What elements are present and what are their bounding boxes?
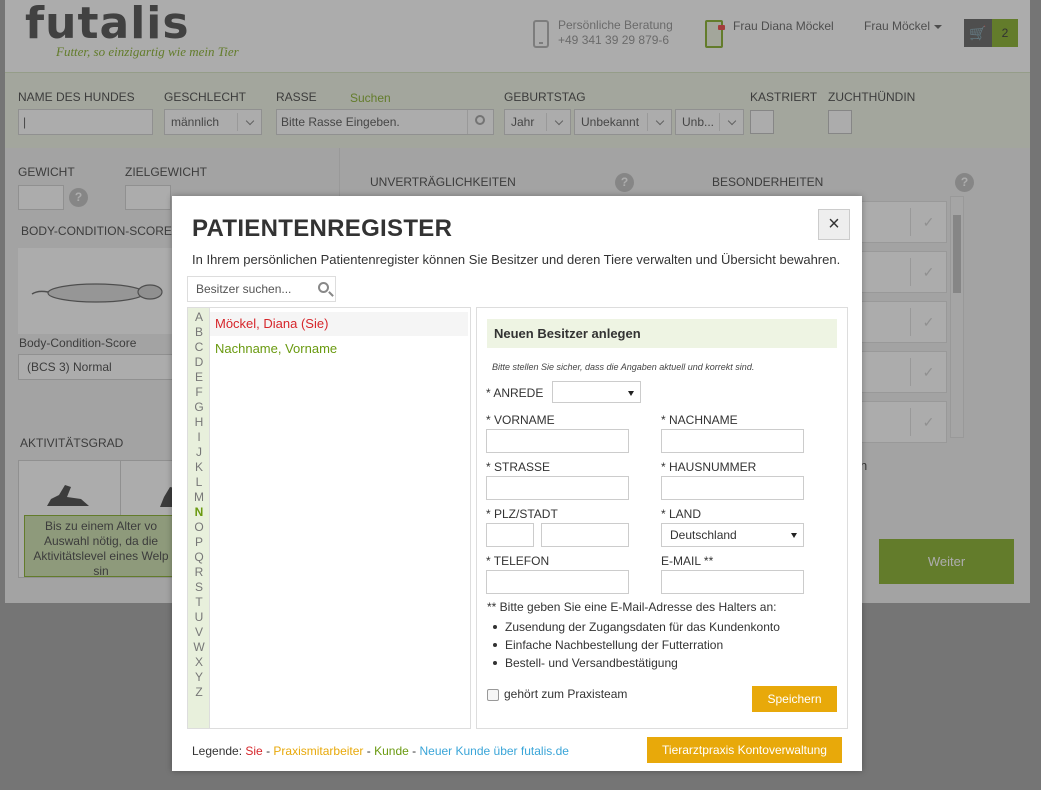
street-label: * STRASSE: [486, 460, 551, 474]
save-button[interactable]: Speichern: [752, 686, 837, 712]
alphabet-letter[interactable]: M: [188, 490, 210, 504]
legend-customer: Kunde: [374, 744, 409, 758]
country-label: * LAND: [661, 507, 702, 521]
dialog-title: PATIENTENREGISTER: [192, 215, 453, 242]
legend-staff: Praxismitarbeiter: [273, 744, 364, 758]
alphabet-letter[interactable]: J: [188, 445, 210, 459]
alphabet-letter[interactable]: A: [188, 310, 210, 324]
alphabet-letter[interactable]: B: [188, 325, 210, 339]
alphabet-letter[interactable]: R: [188, 565, 210, 579]
alphabet-letter[interactable]: X: [188, 655, 210, 669]
alphabet-letter[interactable]: N: [188, 505, 210, 519]
alphabet-letter[interactable]: D: [188, 355, 210, 369]
housenumber-input[interactable]: [661, 476, 804, 500]
alphabet-letter[interactable]: Y: [188, 670, 210, 684]
account-management-button[interactable]: Tierarztpraxis Kontoverwaltung: [647, 737, 842, 763]
housenumber-label: * HAUSNUMMER: [661, 460, 757, 474]
dialog-intro: In Ihrem persönlichen Patientenregister …: [192, 252, 841, 267]
alphabet-letter[interactable]: L: [188, 475, 210, 489]
alphabet-letter[interactable]: C: [188, 340, 210, 354]
owner-search-placeholder: Besitzer suchen...: [196, 282, 292, 296]
phone-label: * TELEFON: [486, 554, 550, 568]
search-icon[interactable]: [318, 282, 329, 293]
city-input[interactable]: [541, 523, 629, 547]
benefit-item: Einfache Nachbestellung der Futterration: [487, 636, 780, 654]
alphabet-letter[interactable]: K: [188, 460, 210, 474]
zip-input[interactable]: [486, 523, 534, 547]
lastname-label: * NACHNAME: [661, 413, 738, 427]
alphabet-index: ABCDEFGHIJKLMNOPQRSTUVWXYZ: [188, 308, 210, 728]
email-input[interactable]: [661, 570, 804, 594]
email-benefits-list: Zusendung der Zugangsdaten für das Kunde…: [487, 618, 780, 672]
alphabet-letter[interactable]: I: [188, 430, 210, 444]
practice-team-label[interactable]: gehört zum Praxisteam: [504, 687, 627, 701]
zipcity-label: * PLZ/STADT: [486, 507, 558, 521]
legend: Legende: Sie - Praxismitarbeiter - Kunde…: [192, 744, 569, 758]
legend-separator: -: [262, 744, 274, 758]
legend-prefix: Legende:: [192, 744, 246, 758]
email-label: E-MAIL **: [661, 554, 714, 568]
salutation-select[interactable]: [552, 381, 641, 403]
practice-team-checkbox[interactable]: [487, 689, 499, 701]
patient-register-dialog: PATIENTENREGISTER × In Ihrem persönliche…: [172, 196, 862, 771]
alphabet-letter[interactable]: H: [188, 415, 210, 429]
street-input[interactable]: [486, 476, 629, 500]
new-owner-form: Neuen Besitzer anlegen Bitte stellen Sie…: [476, 307, 848, 729]
alphabet-letter[interactable]: T: [188, 595, 210, 609]
lastname-input[interactable]: [661, 429, 804, 453]
alphabet-letter[interactable]: W: [188, 640, 210, 654]
email-hint: ** Bitte geben Sie eine E-Mail-Adresse d…: [487, 600, 777, 614]
close-button[interactable]: ×: [818, 209, 850, 240]
phone-input[interactable]: [486, 570, 629, 594]
benefit-item: Bestell- und Versandbestätigung: [487, 654, 780, 672]
owner-item[interactable]: Nachname, Vorname: [210, 337, 468, 361]
salutation-label: * ANREDE: [486, 386, 544, 400]
alphabet-letter[interactable]: S: [188, 580, 210, 594]
alphabet-letter[interactable]: Z: [188, 685, 210, 699]
alphabet-letter[interactable]: O: [188, 520, 210, 534]
benefit-item: Zusendung der Zugangsdaten für das Kunde…: [487, 618, 780, 636]
owner-item[interactable]: Möckel, Diana (Sie): [210, 312, 468, 336]
alphabet-letter[interactable]: U: [188, 610, 210, 624]
firstname-input[interactable]: [486, 429, 629, 453]
firstname-label: * VORNAME: [486, 413, 555, 427]
country-value: Deutschland: [670, 528, 737, 542]
alphabet-letter[interactable]: F: [188, 385, 210, 399]
form-heading: Neuen Besitzer anlegen: [487, 319, 837, 348]
country-select[interactable]: Deutschland: [661, 523, 804, 547]
owner-list: ABCDEFGHIJKLMNOPQRSTUVWXYZ Möckel, Diana…: [187, 307, 471, 729]
alphabet-letter[interactable]: G: [188, 400, 210, 414]
alphabet-letter[interactable]: V: [188, 625, 210, 639]
legend-new-customer: Neuer Kunde über futalis.de: [419, 744, 569, 758]
owner-search-input[interactable]: Besitzer suchen...: [187, 276, 336, 302]
form-note: Bitte stellen Sie sicher, dass die Angab…: [492, 362, 755, 372]
alphabet-letter[interactable]: P: [188, 535, 210, 549]
legend-separator: -: [363, 744, 375, 758]
legend-self: Sie: [245, 744, 263, 758]
alphabet-letter[interactable]: Q: [188, 550, 210, 564]
legend-separator: -: [408, 744, 420, 758]
alphabet-letter[interactable]: E: [188, 370, 210, 384]
